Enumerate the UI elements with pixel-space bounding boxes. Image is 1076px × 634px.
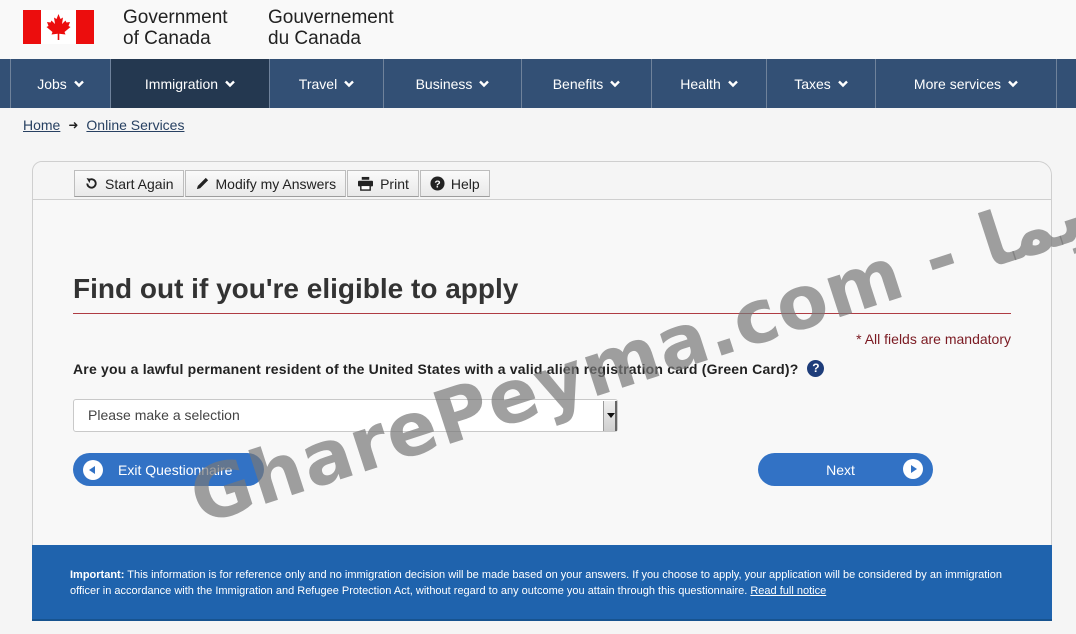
- exit-label: Exit Questionnaire: [118, 461, 233, 478]
- menu-label: Benefits: [552, 75, 604, 92]
- notice-text: This information is for reference only a…: [70, 569, 1002, 597]
- refresh-icon: [86, 177, 97, 189]
- signature-french: Gouvernement du Canada: [268, 7, 394, 49]
- menu-item-benefits[interactable]: Benefits: [521, 59, 651, 108]
- signature-fr-line1: Gouvernement: [268, 7, 394, 28]
- help-button[interactable]: ? Help: [419, 170, 490, 197]
- menu-label: Health: [680, 75, 721, 92]
- menu-label: Travel: [298, 75, 338, 92]
- select-value: Please make a selection: [88, 407, 240, 423]
- chevron-down-icon: [73, 80, 84, 87]
- signature-en-line2: of Canada: [123, 28, 211, 49]
- menu-item-health[interactable]: Health: [651, 59, 766, 108]
- menu-label: Jobs: [37, 75, 67, 92]
- menu-item-more-services[interactable]: More services: [875, 59, 1057, 108]
- breadcrumb-online-services-link[interactable]: Online Services: [86, 117, 184, 133]
- printer-icon: [358, 176, 374, 191]
- green-card-select[interactable]: Please make a selection: [73, 399, 618, 432]
- canada-flag-icon[interactable]: [23, 10, 94, 44]
- page-title: Find out if you're eligible to apply: [73, 273, 519, 304]
- important-notice: Important: This information is for refer…: [32, 545, 1052, 621]
- print-label: Print: [380, 175, 409, 192]
- question-label: Are you a lawful permanent resident of t…: [73, 360, 825, 377]
- start-again-button[interactable]: Start Again: [74, 170, 184, 197]
- breadcrumb: Home ➜ Online Services: [23, 117, 184, 133]
- pencil-icon: [196, 177, 208, 190]
- title-divider: [73, 313, 1011, 314]
- menu-edge-left: [0, 59, 10, 108]
- menu-label: Taxes: [794, 75, 831, 92]
- menu-label: Business: [415, 75, 473, 92]
- question-circle-icon: ?: [430, 176, 445, 191]
- mandatory-fields-note: * All fields are mandatory: [856, 331, 1011, 347]
- panel-toolbar: Start Again Modify my Answers Print ? He…: [33, 162, 1051, 200]
- chevron-down-icon: [1008, 80, 1018, 87]
- signature-fr-line2: du Canada: [268, 28, 361, 49]
- arrow-left-circle-icon: [83, 459, 103, 480]
- chevron-down-icon: [727, 80, 738, 87]
- help-icon[interactable]: ?: [807, 360, 825, 377]
- menu-item-business[interactable]: Business: [383, 59, 521, 108]
- modify-answers-label: Modify my Answers: [215, 175, 337, 192]
- start-again-label: Start Again: [105, 175, 174, 192]
- chevron-down-icon: [344, 80, 355, 87]
- question-text: Are you a lawful permanent resident of t…: [73, 360, 799, 377]
- site-header: Government of Canada Gouvernement du Can…: [0, 0, 1076, 59]
- modify-answers-button[interactable]: Modify my Answers: [184, 170, 347, 197]
- questionnaire-panel: Start Again Modify my Answers Print ? He…: [32, 161, 1052, 621]
- menu-item-taxes[interactable]: Taxes: [766, 59, 875, 108]
- menu-item-jobs[interactable]: Jobs: [10, 59, 110, 108]
- menu-item-travel[interactable]: Travel: [269, 59, 383, 108]
- signature-english: Government of Canada: [123, 7, 228, 49]
- help-label: Help: [450, 175, 480, 192]
- toolbar-button-group: Start Again Modify my Answers Print ? He…: [74, 170, 491, 197]
- arrow-right-icon: ➜: [68, 118, 79, 132]
- breadcrumb-home-link[interactable]: Home: [23, 117, 60, 133]
- signature-en-line1: Government: [123, 7, 228, 28]
- chevron-down-icon: [610, 80, 621, 87]
- chevron-down-icon: [479, 80, 490, 87]
- notice-label: Important:: [70, 569, 125, 581]
- next-label: Next: [826, 461, 855, 478]
- next-button[interactable]: Next: [758, 453, 933, 486]
- menu-label: More services: [913, 75, 1002, 92]
- exit-questionnaire-button[interactable]: Exit Questionnaire: [73, 453, 264, 486]
- svg-text:?: ?: [434, 179, 440, 190]
- chevron-down-icon: [837, 80, 848, 87]
- dropdown-arrow-icon[interactable]: [603, 401, 617, 431]
- menu-label: Immigration: [144, 75, 219, 92]
- print-button[interactable]: Print: [347, 170, 419, 197]
- arrow-right-circle-icon: [903, 459, 923, 479]
- read-full-notice-link[interactable]: Read full notice: [750, 585, 826, 597]
- main-menu: Jobs Immigration Travel Business Benefit…: [0, 59, 1076, 108]
- menu-item-immigration[interactable]: Immigration: [110, 59, 269, 108]
- chevron-down-icon: [225, 80, 235, 87]
